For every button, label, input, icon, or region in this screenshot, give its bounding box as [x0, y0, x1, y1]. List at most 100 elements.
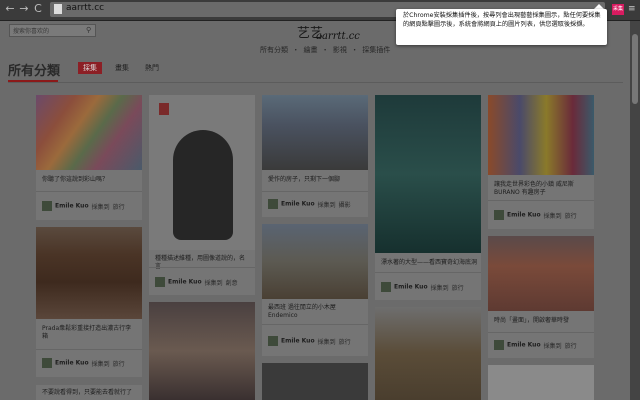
pin-card[interactable]: 你聽了你這說到彩山嗎？ Emile Kuo 採集到 旅行 [36, 95, 142, 220]
pin-meta: Emile Kuo 採集到 旅行 [42, 358, 125, 368]
pin-meta: Emile Kuo 採集到 旅行 [268, 336, 351, 346]
forward-icon[interactable]: → [18, 3, 30, 15]
pin-image[interactable] [375, 95, 481, 253]
pin-meta: Emile Kuo 採集到 旅行 [494, 340, 577, 350]
user-name[interactable]: Emile Kuo [507, 212, 541, 219]
pin-caption[interactable]: 時尚「畫面」，開啟奢華時發 [494, 317, 569, 325]
avatar[interactable] [42, 201, 52, 211]
pin-caption[interactable]: 種種描述維種，用圖像道說的，名言 [155, 255, 247, 271]
pin-image[interactable] [262, 224, 368, 299]
avatar[interactable] [268, 336, 278, 346]
tab-popular[interactable]: 熱門 [140, 62, 164, 74]
card-divider [488, 200, 594, 201]
category-link[interactable]: 旅行 [113, 361, 125, 368]
pin-card[interactable]: 時尚「畫面」，開啟奢華時發 Emile Kuo 採集到 旅行 [488, 236, 594, 358]
pin-card[interactable]: 愛作的房子，只剩下一個腳 Emile Kuo 採集到 攝影 [262, 95, 368, 217]
category-link[interactable]: 旅行 [452, 285, 464, 292]
pin-caption[interactable]: 漂水著的大型——看西寶奇幻海底洞 [381, 259, 477, 267]
site-logo-subtitle: aarrtt.cc [316, 31, 360, 42]
tooltip-text: 於Chrome安裝採集插件後，按尋列會出現藝藝採集圖示，點任何要採集的網頁點擊圖… [403, 12, 601, 28]
back-icon[interactable]: ← [4, 3, 16, 15]
pin-image[interactable] [375, 307, 481, 400]
pin-caption[interactable]: 你聽了你這說到彩山嗎？ [42, 176, 108, 184]
user-name[interactable]: Emile Kuo [281, 338, 315, 345]
user-name[interactable]: Emile Kuo [55, 203, 89, 210]
tab-collect[interactable]: 採集 [78, 62, 102, 74]
pin-image[interactable] [149, 95, 255, 250]
pin-image[interactable] [36, 227, 142, 319]
user-name[interactable]: Emile Kuo [394, 284, 428, 291]
reload-icon[interactable]: C [32, 3, 44, 15]
pin-image[interactable] [262, 95, 368, 170]
pin-card[interactable] [149, 302, 255, 400]
user-name[interactable]: Emile Kuo [507, 342, 541, 349]
card-divider [262, 191, 368, 192]
pin-card[interactable]: 讓我走世界彩色的小鎮 威尼斯BURANO 有趣房子 Emile Kuo 採集到 旅行 [488, 95, 594, 229]
category-link[interactable]: 旅行 [113, 204, 125, 211]
page-icon [54, 4, 62, 14]
tab-albums[interactable]: 畫集 [110, 62, 134, 74]
card-divider [36, 349, 142, 350]
search-icon[interactable]: ⚲ [86, 26, 94, 34]
pin-caption[interactable]: Prada衆鬆彩重接打造出濃古行李箱 [42, 325, 134, 341]
page-title: 所有分類 [8, 64, 61, 79]
pin-image[interactable] [488, 95, 594, 175]
pin-caption[interactable]: 不要說看得到，只要能去看就行了 [42, 389, 132, 397]
action-text: 採集到 [91, 203, 110, 211]
pin-image[interactable] [262, 363, 368, 400]
pin-caption[interactable]: 最西班 過往閒立的小木屋 Endemico [268, 304, 360, 320]
pin-image[interactable] [488, 236, 594, 311]
red-tag-icon [159, 103, 169, 115]
avatar[interactable] [268, 199, 278, 209]
action-text: 採集到 [204, 279, 223, 287]
pin-meta: Emile Kuo 採集到 旅行 [381, 282, 464, 292]
avatar[interactable] [155, 277, 165, 287]
user-name[interactable]: Emile Kuo [55, 360, 89, 367]
category-link[interactable]: 旅行 [339, 339, 351, 346]
pin-meta: Emile Kuo 採集到 創意 [155, 277, 238, 287]
pin-card[interactable]: 種種描述維種，用圖像道說的，名言 Emile Kuo採集到創意 [149, 95, 255, 295]
action-text: 採集到 [91, 360, 110, 368]
scrollbar-thumb[interactable] [632, 34, 638, 104]
pin-card[interactable] [375, 307, 481, 400]
pin-image[interactable] [488, 365, 594, 400]
search-input[interactable]: 搜索你喜欢的 [9, 24, 96, 37]
silhouette-figure [173, 130, 233, 240]
menu-icon[interactable]: ≡ [628, 4, 637, 15]
avatar[interactable] [494, 210, 504, 220]
user-name[interactable]: Emile Kuo [281, 201, 315, 208]
pin-card[interactable]: 不要說看得到，只要能去看就行了 [36, 385, 142, 400]
action-text: 採集到 [317, 338, 336, 346]
pin-card[interactable]: 最西班 過往閒立的小木屋 Endemico Emile Kuo 採集到 旅行 [262, 224, 368, 356]
category-link[interactable]: 攝影 [339, 202, 351, 209]
pin-card[interactable] [262, 363, 368, 400]
pin-caption[interactable]: 愛作的房子，只剩下一個腳 [268, 176, 340, 184]
category-link[interactable]: 創意 [226, 280, 238, 287]
extension-tooltip: 於Chrome安裝採集插件後，按尋列會出現藝藝採集圖示，點任何要採集的網頁點擊圖… [396, 9, 607, 45]
url-text: aarrtt.cc [66, 3, 105, 13]
category-link[interactable]: 旅行 [565, 343, 577, 350]
pin-image[interactable] [149, 302, 255, 400]
action-text: 採集到 [430, 284, 449, 292]
card-divider [488, 332, 594, 333]
pin-meta: Emile Kuo 採集到 攝影 [268, 199, 351, 209]
pin-caption[interactable]: 讓我走世界彩色的小鎮 威尼斯BURANO 有趣房子 [494, 181, 588, 197]
card-divider [36, 191, 142, 192]
avatar[interactable] [381, 282, 391, 292]
action-text: 採集到 [317, 201, 336, 209]
category-link[interactable]: 旅行 [565, 213, 577, 220]
action-text: 採集到 [543, 212, 562, 220]
pin-meta: Emile Kuo 採集到 旅行 [494, 210, 577, 220]
avatar[interactable] [42, 358, 52, 368]
pin-image[interactable] [36, 95, 142, 170]
pin-card[interactable]: 漂水著的大型——看西寶奇幻海底洞 Emile Kuo 採集到 旅行 [375, 95, 481, 300]
site-nav[interactable]: 所有分類 ・ 繪畫 ・ 影視 ・ 採集插件 [260, 45, 390, 55]
pin-card[interactable]: Prada衆鬆彩重接打造出濃古行李箱 Emile Kuo 採集到 旅行 [36, 227, 142, 377]
card-divider [149, 267, 255, 268]
card-divider [375, 272, 481, 273]
pin-card[interactable] [488, 365, 594, 400]
avatar[interactable] [494, 340, 504, 350]
user-name[interactable]: Emile Kuo [168, 279, 202, 286]
action-text: 採集到 [543, 342, 562, 350]
collect-extension-button[interactable]: 采集 [612, 4, 624, 15]
